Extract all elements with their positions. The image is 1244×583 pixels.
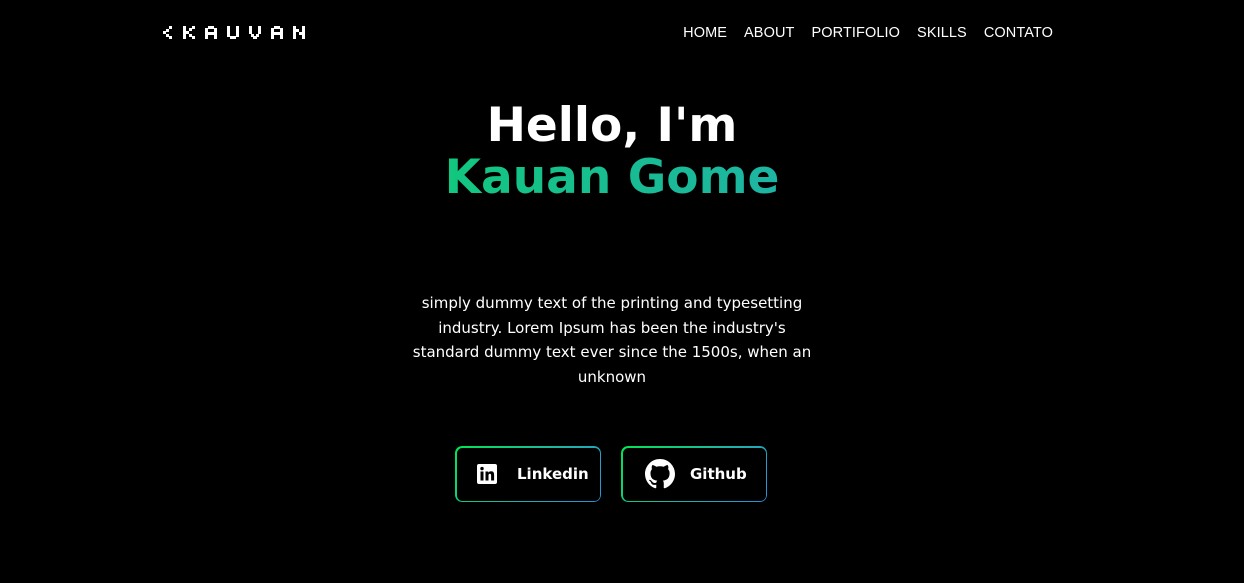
hero-heading: Hello, I'm Kauan Gome (0, 100, 1224, 204)
linkedin-icon (477, 464, 497, 484)
main-nav: HOME ABOUT PORTIFOLIO SKILLS CONTATO (683, 22, 1053, 41)
social-buttons: Linkedin Github (455, 446, 767, 502)
nav-item-about: ABOUT (744, 22, 794, 41)
brand-logo[interactable] (163, 22, 309, 42)
nav-item-skills: SKILLS (917, 22, 967, 41)
hero-greeting: Hello, I'm (486, 98, 738, 153)
nav-item-contact: CONTATO (984, 22, 1053, 41)
hero-name: Kauan Gome (0, 152, 1224, 204)
nav-item-portfolio: PORTIFOLIO (811, 22, 900, 41)
nav-link-home[interactable]: HOME (683, 25, 727, 41)
pixel-logo-icon (163, 26, 305, 39)
github-button[interactable]: Github (621, 446, 767, 502)
github-icon (645, 459, 675, 489)
nav-link-about[interactable]: ABOUT (744, 25, 794, 41)
github-label: Github (690, 465, 747, 483)
linkedin-button[interactable]: Linkedin (455, 446, 601, 502)
hero-description: simply dummy text of the printing and ty… (412, 294, 812, 386)
nav-link-portfolio[interactable]: PORTIFOLIO (811, 25, 900, 41)
nav-item-home: HOME (683, 22, 727, 41)
linkedin-label: Linkedin (517, 465, 589, 483)
nav-link-skills[interactable]: SKILLS (917, 25, 967, 41)
nav-link-contact[interactable]: CONTATO (984, 25, 1053, 41)
navbar: HOME ABOUT PORTIFOLIO SKILLS CONTATO (0, 0, 1244, 64)
